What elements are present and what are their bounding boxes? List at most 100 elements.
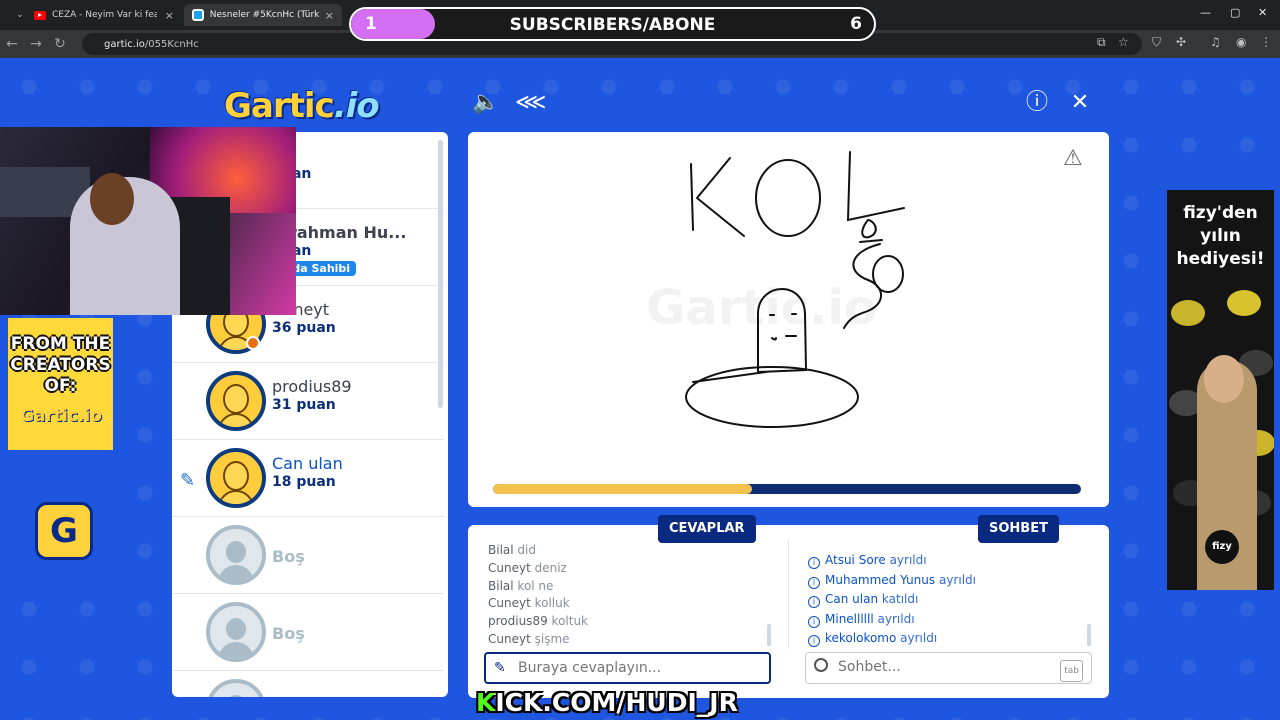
answer-user: Cuneyt bbox=[488, 632, 531, 646]
info-icon: i bbox=[808, 577, 820, 589]
chat-user: kekolokomo bbox=[825, 631, 897, 645]
player-row[interactable]: ✎ Can ulan 18 puan bbox=[172, 440, 444, 517]
info-icon: i bbox=[808, 557, 820, 569]
gartic-icon bbox=[192, 9, 204, 21]
install-icon[interactable]: ⧉ bbox=[1097, 35, 1106, 50]
gartic-app-icon: G bbox=[35, 502, 93, 560]
round-timer-bar bbox=[493, 484, 1081, 494]
close-icon[interactable]: × bbox=[165, 9, 174, 22]
player-score: 18 puan bbox=[272, 474, 336, 490]
answer-text: koltuk bbox=[551, 614, 589, 628]
back-icon[interactable]: ← bbox=[0, 36, 24, 52]
answers-tab[interactable]: CEVAPLAR bbox=[658, 515, 756, 543]
chat-event: katıldı bbox=[881, 592, 919, 606]
player-score: 36 puan bbox=[272, 320, 336, 336]
chat-input[interactable] bbox=[838, 659, 1078, 675]
timer-fill bbox=[493, 484, 752, 494]
player-score: 31 puan bbox=[272, 397, 336, 413]
tab-youtube[interactable]: CEZA - Neyim Var ki feat. S... × bbox=[26, 4, 182, 26]
player-row-empty: Boş bbox=[172, 517, 444, 594]
drawing-canvas[interactable]: Gartic.io ⚠ bbox=[468, 132, 1109, 507]
answer-line: Cuneyt kolluk bbox=[488, 596, 570, 610]
avatar-icon bbox=[206, 448, 266, 508]
answer-line: Bilal did bbox=[488, 543, 536, 557]
report-warning-icon[interactable]: ⚠ bbox=[1063, 146, 1083, 171]
chat-event: ayrıldı bbox=[877, 612, 915, 626]
info-icon[interactable]: ⓘ bbox=[1024, 90, 1050, 116]
empty-slot-label: Boş bbox=[272, 624, 305, 643]
answer-user: prodius89 bbox=[488, 614, 548, 628]
answers-chat-panel: CEVAPLAR SOHBET Bilal did Cuneyt deniz B… bbox=[468, 515, 1109, 698]
maximize-icon[interactable]: ▢ bbox=[1230, 6, 1240, 19]
minimize-icon[interactable]: — bbox=[1200, 6, 1211, 19]
tab-list-button[interactable]: ⌄ bbox=[8, 4, 24, 26]
status-dot bbox=[246, 336, 260, 350]
answer-line: prodius89 koltuk bbox=[488, 614, 588, 628]
drawing bbox=[685, 151, 905, 428]
info-icon: i bbox=[808, 596, 820, 608]
bookmark-star-icon[interactable]: ☆ bbox=[1118, 35, 1129, 49]
empty-avatar-icon bbox=[206, 679, 266, 697]
info-icon: i bbox=[808, 635, 820, 647]
chat-user: Muhammed Yunus bbox=[825, 573, 936, 587]
answer-input[interactable] bbox=[518, 660, 758, 676]
answer-text: did bbox=[517, 543, 536, 557]
answer-text: kolluk bbox=[534, 596, 570, 610]
share-icon[interactable]: ⋘ bbox=[515, 90, 546, 116]
youtube-icon bbox=[34, 10, 46, 20]
answer-text: deniz bbox=[534, 561, 567, 575]
close-icon[interactable]: ✕ bbox=[1067, 90, 1093, 116]
kick-text: ICK.COM/HUDI_JR bbox=[495, 688, 738, 717]
reload-icon[interactable]: ↻ bbox=[48, 36, 72, 52]
answer-text: şişme bbox=[534, 632, 570, 646]
logo-main: Gartic bbox=[224, 86, 335, 126]
answer-input-box[interactable]: ✎ bbox=[484, 652, 771, 684]
subs-goal: 6 bbox=[850, 14, 862, 34]
fizy-logo: fizy bbox=[1205, 530, 1239, 564]
ad-logo: Gartic.io bbox=[20, 406, 102, 426]
answer-line: Cuneyt şişme bbox=[488, 632, 570, 646]
logo-tld: .io bbox=[333, 86, 380, 126]
close-icon[interactable]: × bbox=[325, 9, 334, 22]
player-name: prodius89 bbox=[272, 377, 352, 396]
chat-event: ayrıldı bbox=[889, 553, 927, 567]
chat-tab[interactable]: SOHBET bbox=[978, 515, 1059, 543]
chat-line: i Minellllll ayrıldı bbox=[808, 612, 915, 628]
chat-user: Atsui Sore bbox=[825, 553, 886, 567]
chat-input-box[interactable]: tab bbox=[805, 652, 1092, 684]
empty-avatar-icon bbox=[206, 602, 266, 662]
forward-icon[interactable]: → bbox=[24, 36, 48, 52]
media-icon[interactable]: ♫ bbox=[1210, 35, 1221, 49]
tab-label: Nesneler #5KcnHc (Türkçe) - G... bbox=[209, 10, 319, 20]
ad-banner-right[interactable]: fizy'den yılın hediyesi! fizy bbox=[1167, 190, 1274, 590]
answers-scrollbar[interactable] bbox=[767, 624, 771, 646]
sound-icon[interactable]: 🔈 bbox=[472, 90, 499, 116]
answer-user: Bilal bbox=[488, 543, 514, 557]
player-name: Can ulan bbox=[272, 454, 343, 473]
empty-slot-label: Boş bbox=[272, 547, 305, 566]
extensions-icon[interactable]: ✣ bbox=[1176, 35, 1186, 49]
menu-icon[interactable]: ⋮ bbox=[1260, 35, 1272, 49]
chat-scrollbar[interactable] bbox=[1087, 624, 1091, 646]
tab-gartic[interactable]: Nesneler #5KcnHc (Türkçe) - G... × bbox=[184, 4, 342, 26]
ad-banner-left[interactable]: FROM THE CREATORS OF: Gartic.io G bbox=[8, 318, 113, 590]
chat-event: ayrıldı bbox=[938, 573, 976, 587]
answer-line: Bilal kol ne bbox=[488, 579, 553, 593]
kick-channel-overlay: KICK.COM/HUDI_JR bbox=[476, 688, 738, 717]
subs-label: SUBSCRIBERS/ABONE bbox=[509, 15, 716, 35]
answer-user: Bilal bbox=[488, 579, 514, 593]
shield-icon[interactable]: ⛉ bbox=[1152, 35, 1161, 50]
answer-user: Cuneyt bbox=[488, 561, 531, 575]
chat-user: Minellllll bbox=[825, 612, 874, 626]
chat-line: i Atsui Sore ayrıldı bbox=[808, 553, 927, 569]
close-window-icon[interactable]: ✕ bbox=[1258, 6, 1267, 19]
pencil-icon: ✎ bbox=[180, 470, 196, 491]
kick-prefix: K bbox=[476, 688, 496, 717]
avatar-icon bbox=[206, 371, 266, 431]
webcam-overlay bbox=[0, 127, 296, 315]
url-host: gartic.io bbox=[104, 38, 145, 50]
gartic-logo[interactable]: Gartic.io bbox=[224, 86, 380, 126]
player-row[interactable]: prodius89 31 puan bbox=[172, 363, 444, 440]
players-scrollbar[interactable] bbox=[438, 140, 443, 408]
profile-icon[interactable]: ◉ bbox=[1236, 35, 1246, 49]
